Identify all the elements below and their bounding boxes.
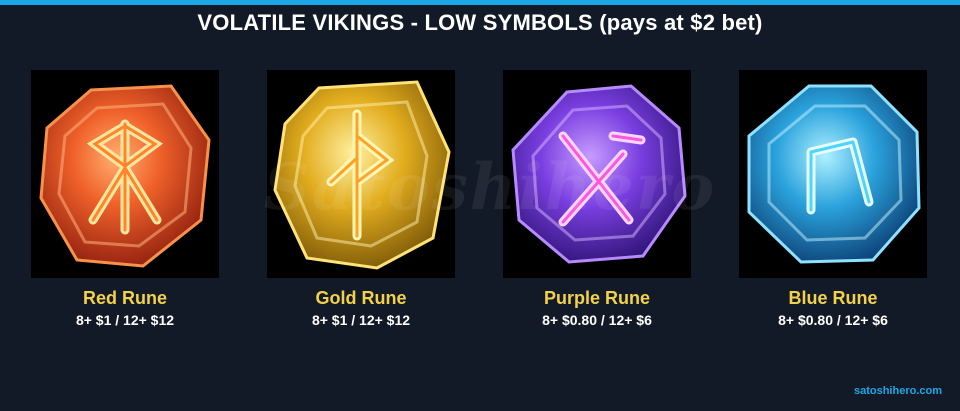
symbol-frame: [503, 70, 691, 278]
symbol-card-blue-rune: Blue Rune 8+ $0.80 / 12+ $6: [720, 70, 946, 329]
symbol-frame: [267, 70, 455, 278]
symbol-paytable: 8+ $1 / 12+ $12: [311, 312, 411, 328]
symbol-card-purple-rune: Purple Rune 8+ $0.80 / 12+ $6: [484, 70, 710, 329]
site-credit: satoshihero.com: [853, 385, 942, 397]
symbol-frame: [739, 70, 927, 278]
symbol-name: Blue Rune: [788, 288, 878, 308]
page-title: VOLATILE VIKINGS - LOW SYMBOLS (pays at …: [197, 10, 763, 35]
gold-rune-icon: [273, 80, 451, 270]
symbol-name: Gold Rune: [315, 288, 407, 308]
top-accent-stripe: [0, 0, 960, 5]
symbol-card-red-rune: Red Rune 8+ $1 / 12+ $12: [12, 70, 238, 329]
symbol-paytable: 8+ $0.80 / 12+ $6: [778, 312, 888, 328]
symbol-name: Purple Rune: [543, 288, 650, 308]
symbol-paytable: 8+ $1 / 12+ $12: [75, 312, 175, 328]
symbol-frame: [31, 70, 219, 278]
symbol-paytable: 8+ $0.80 / 12+ $6: [542, 312, 652, 328]
symbol-card-gold-rune: Gold Rune 8+ $1 / 12+ $12: [248, 70, 474, 329]
red-rune-icon: [39, 84, 211, 268]
purple-rune-icon: [511, 84, 687, 264]
blue-rune-icon: [747, 84, 921, 264]
symbol-name: Red Rune: [82, 288, 167, 308]
